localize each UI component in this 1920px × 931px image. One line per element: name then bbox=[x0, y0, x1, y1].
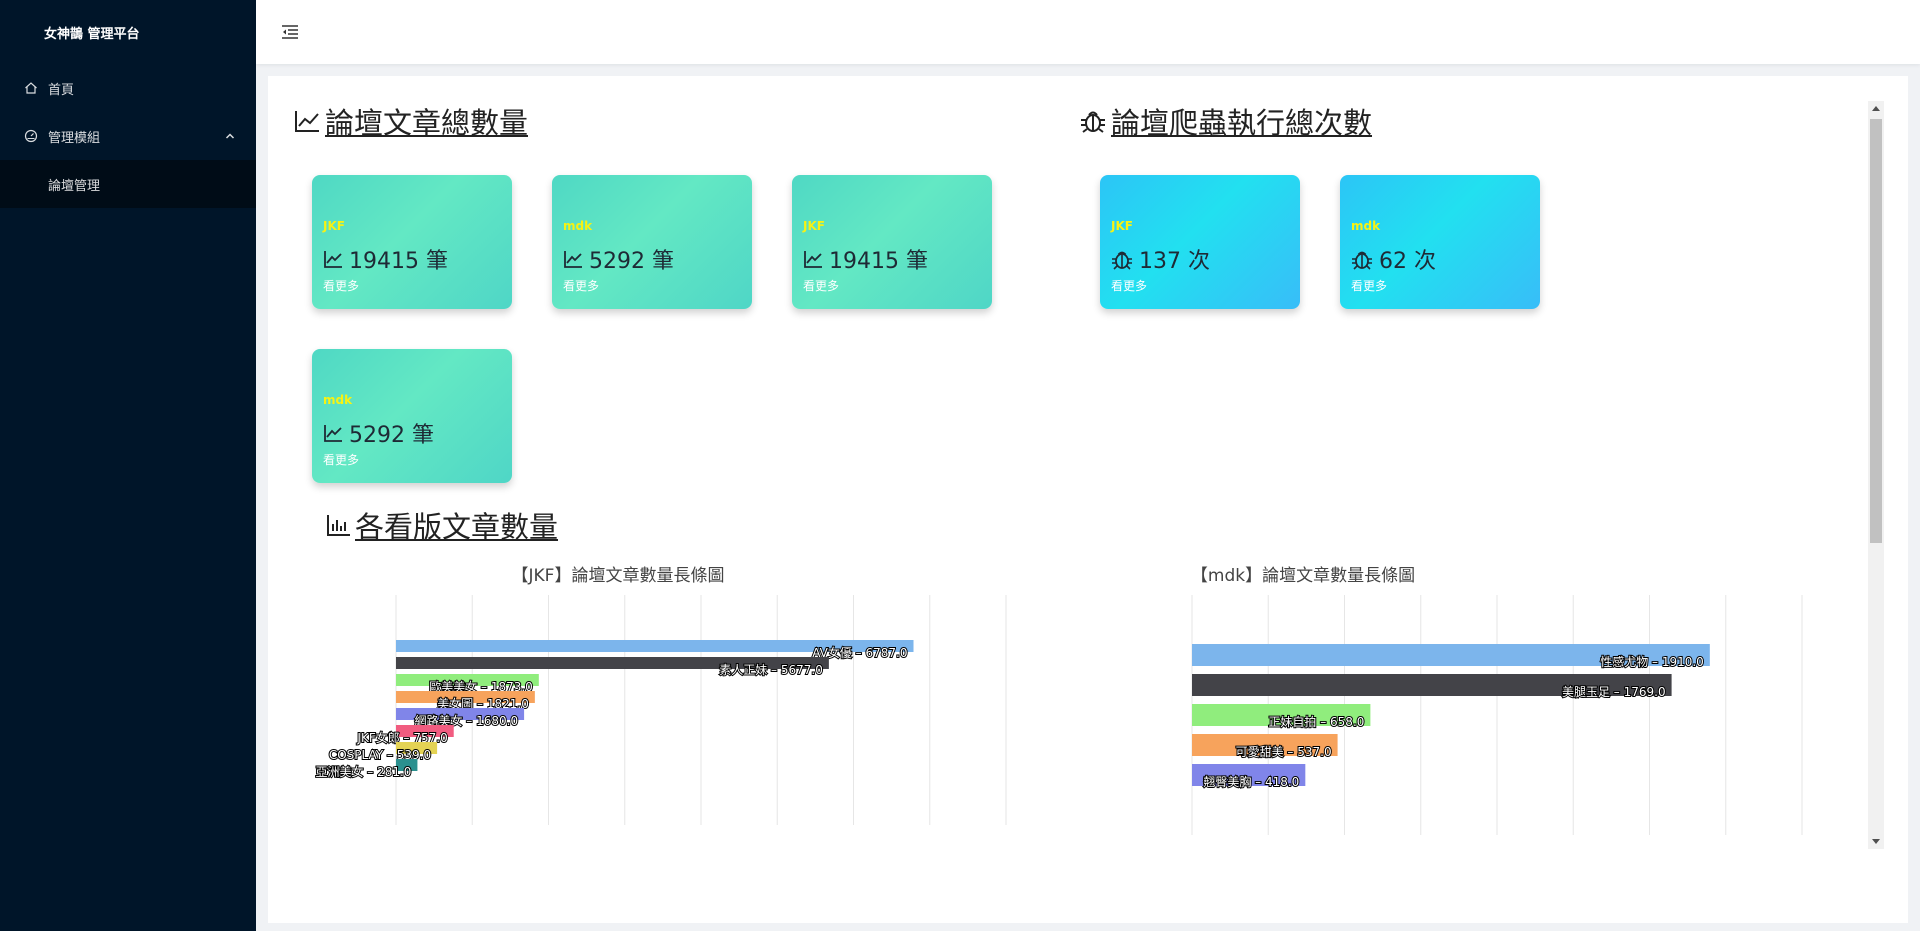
home-icon bbox=[24, 81, 38, 95]
mdk-data-label: 性感尤物 – 1910.0 bbox=[1600, 654, 1704, 669]
stat-card-articles-mdk[interactable]: mdk 5292 筆 看更多 bbox=[552, 175, 752, 309]
chevron-up-icon bbox=[224, 130, 236, 142]
see-more-link[interactable]: 看更多 bbox=[323, 277, 512, 294]
card-value: 19415 筆 bbox=[829, 249, 928, 274]
card-forum-name: JKF bbox=[1111, 219, 1133, 233]
see-more-link[interactable]: 看更多 bbox=[323, 451, 512, 468]
scroll-up-arrow[interactable] bbox=[1872, 106, 1880, 111]
line-chart-icon bbox=[803, 249, 823, 269]
sidebar-item-forum-management[interactable]: 論壇管理 bbox=[0, 160, 256, 208]
stat-card-crawler-mdk[interactable]: mdk 62 次 看更多 bbox=[1340, 175, 1540, 309]
bug-icon bbox=[1111, 248, 1133, 270]
chart-title-jkf: 【JKF】論壇文章數量長條圖 bbox=[511, 566, 725, 586]
section-title-text: 各看版文章數量 bbox=[355, 510, 559, 544]
card-value: 62 次 bbox=[1379, 249, 1436, 274]
see-more-link[interactable]: 看更多 bbox=[803, 277, 992, 294]
section-title-crawler: 論壇爬蟲執行總次數 bbox=[1079, 100, 1372, 142]
line-chart-icon bbox=[323, 423, 343, 443]
card-value: 5292 筆 bbox=[349, 423, 434, 448]
line-chart-icon bbox=[293, 107, 321, 135]
section-title-text: 論壇文章總數量 bbox=[325, 106, 529, 140]
mdk-data-label: 美腿玉足 – 1769.0 bbox=[1562, 685, 1666, 699]
main-content: 論壇文章總數量 論壇爬蟲執行總次數 JKF 19415 筆 看更多 mdk 52… bbox=[268, 76, 1908, 923]
card-forum-name: mdk bbox=[1351, 219, 1381, 233]
stat-card-articles-jkf[interactable]: JKF 19415 筆 看更多 bbox=[312, 175, 512, 309]
card-forum-name: mdk bbox=[563, 219, 593, 233]
scrollbar-thumb[interactable] bbox=[1870, 119, 1882, 543]
bug-icon bbox=[1351, 248, 1373, 270]
scroll-down-arrow[interactable] bbox=[1872, 839, 1880, 844]
mdk-data-label: 正妹自拍 – 658.0 bbox=[1268, 714, 1364, 729]
sidebar-item-home[interactable]: 首頁 bbox=[0, 64, 256, 112]
line-chart-icon bbox=[563, 249, 583, 269]
scroll-area: 論壇文章總數量 論壇爬蟲執行總次數 JKF 19415 筆 看更多 mdk 52… bbox=[268, 100, 1886, 924]
sidebar: 女神鵲 管理平台 首頁 管理模組 論壇管理 bbox=[0, 0, 256, 931]
bug-icon bbox=[1079, 107, 1107, 135]
top-header bbox=[256, 0, 1920, 64]
submenu-management: 論壇管理 bbox=[0, 160, 256, 208]
mdk-data-label: 可愛甜美 – 537.0 bbox=[1236, 745, 1332, 759]
see-more-link[interactable]: 看更多 bbox=[1111, 277, 1300, 294]
card-forum-name: JKF bbox=[803, 219, 825, 233]
menu-fold-icon[interactable] bbox=[278, 20, 302, 44]
section-title-boards: 各看版文章數量 bbox=[325, 504, 558, 546]
app-logo-title: 女神鵲 管理平台 bbox=[44, 26, 140, 42]
bar-chart-icon bbox=[325, 512, 351, 538]
card-value: 5292 筆 bbox=[589, 249, 674, 274]
mdk-data-label: 翹臀美胸 – 418.0 bbox=[1203, 774, 1299, 789]
chart-mdk: 性感尤物 – 1910.0 美腿玉足 – 1769.0 正妹自拍 – 658.0 可愛… bbox=[1191, 595, 1803, 835]
stat-card-articles-jkf-2[interactable]: JKF 19415 筆 看更多 bbox=[792, 175, 992, 309]
sidebar-item-label: 論壇管理 bbox=[48, 178, 101, 194]
stat-card-articles-mdk-2[interactable]: mdk 5292 筆 看更多 bbox=[312, 349, 512, 483]
see-more-link[interactable]: 看更多 bbox=[563, 277, 752, 294]
card-forum-name: JKF bbox=[323, 219, 345, 233]
line-chart-icon bbox=[323, 249, 343, 269]
sidebar-item-label: 管理模組 bbox=[48, 130, 101, 146]
see-more-link[interactable]: 看更多 bbox=[1351, 277, 1540, 294]
card-value: 19415 筆 bbox=[349, 249, 448, 274]
chart-jkf: AV女優 – 6787.0素人正妹 – 5677.0歐美美女 – 1873.0美… bbox=[314, 595, 1007, 825]
section-title-text: 論壇爬蟲執行總次數 bbox=[1111, 106, 1373, 140]
sidebar-item-label: 首頁 bbox=[48, 82, 75, 98]
jkf-data-label: 亞洲美女 – 281.0 bbox=[315, 764, 411, 779]
dashboard-icon bbox=[24, 129, 38, 143]
stat-card-crawler-jkf[interactable]: JKF 137 次 看更多 bbox=[1100, 175, 1300, 309]
chart-title-mdk: 【mdk】論壇文章數量長條圖 bbox=[1190, 566, 1416, 586]
vertical-scrollbar[interactable] bbox=[1868, 101, 1884, 849]
card-value: 137 次 bbox=[1139, 249, 1210, 274]
jkf-data-label: 素人正妹 – 5677.0 bbox=[719, 663, 823, 677]
section-title-articles: 論壇文章總數量 bbox=[293, 100, 528, 142]
sidebar-item-management[interactable]: 管理模組 bbox=[0, 112, 256, 160]
card-forum-name: mdk bbox=[323, 393, 353, 407]
